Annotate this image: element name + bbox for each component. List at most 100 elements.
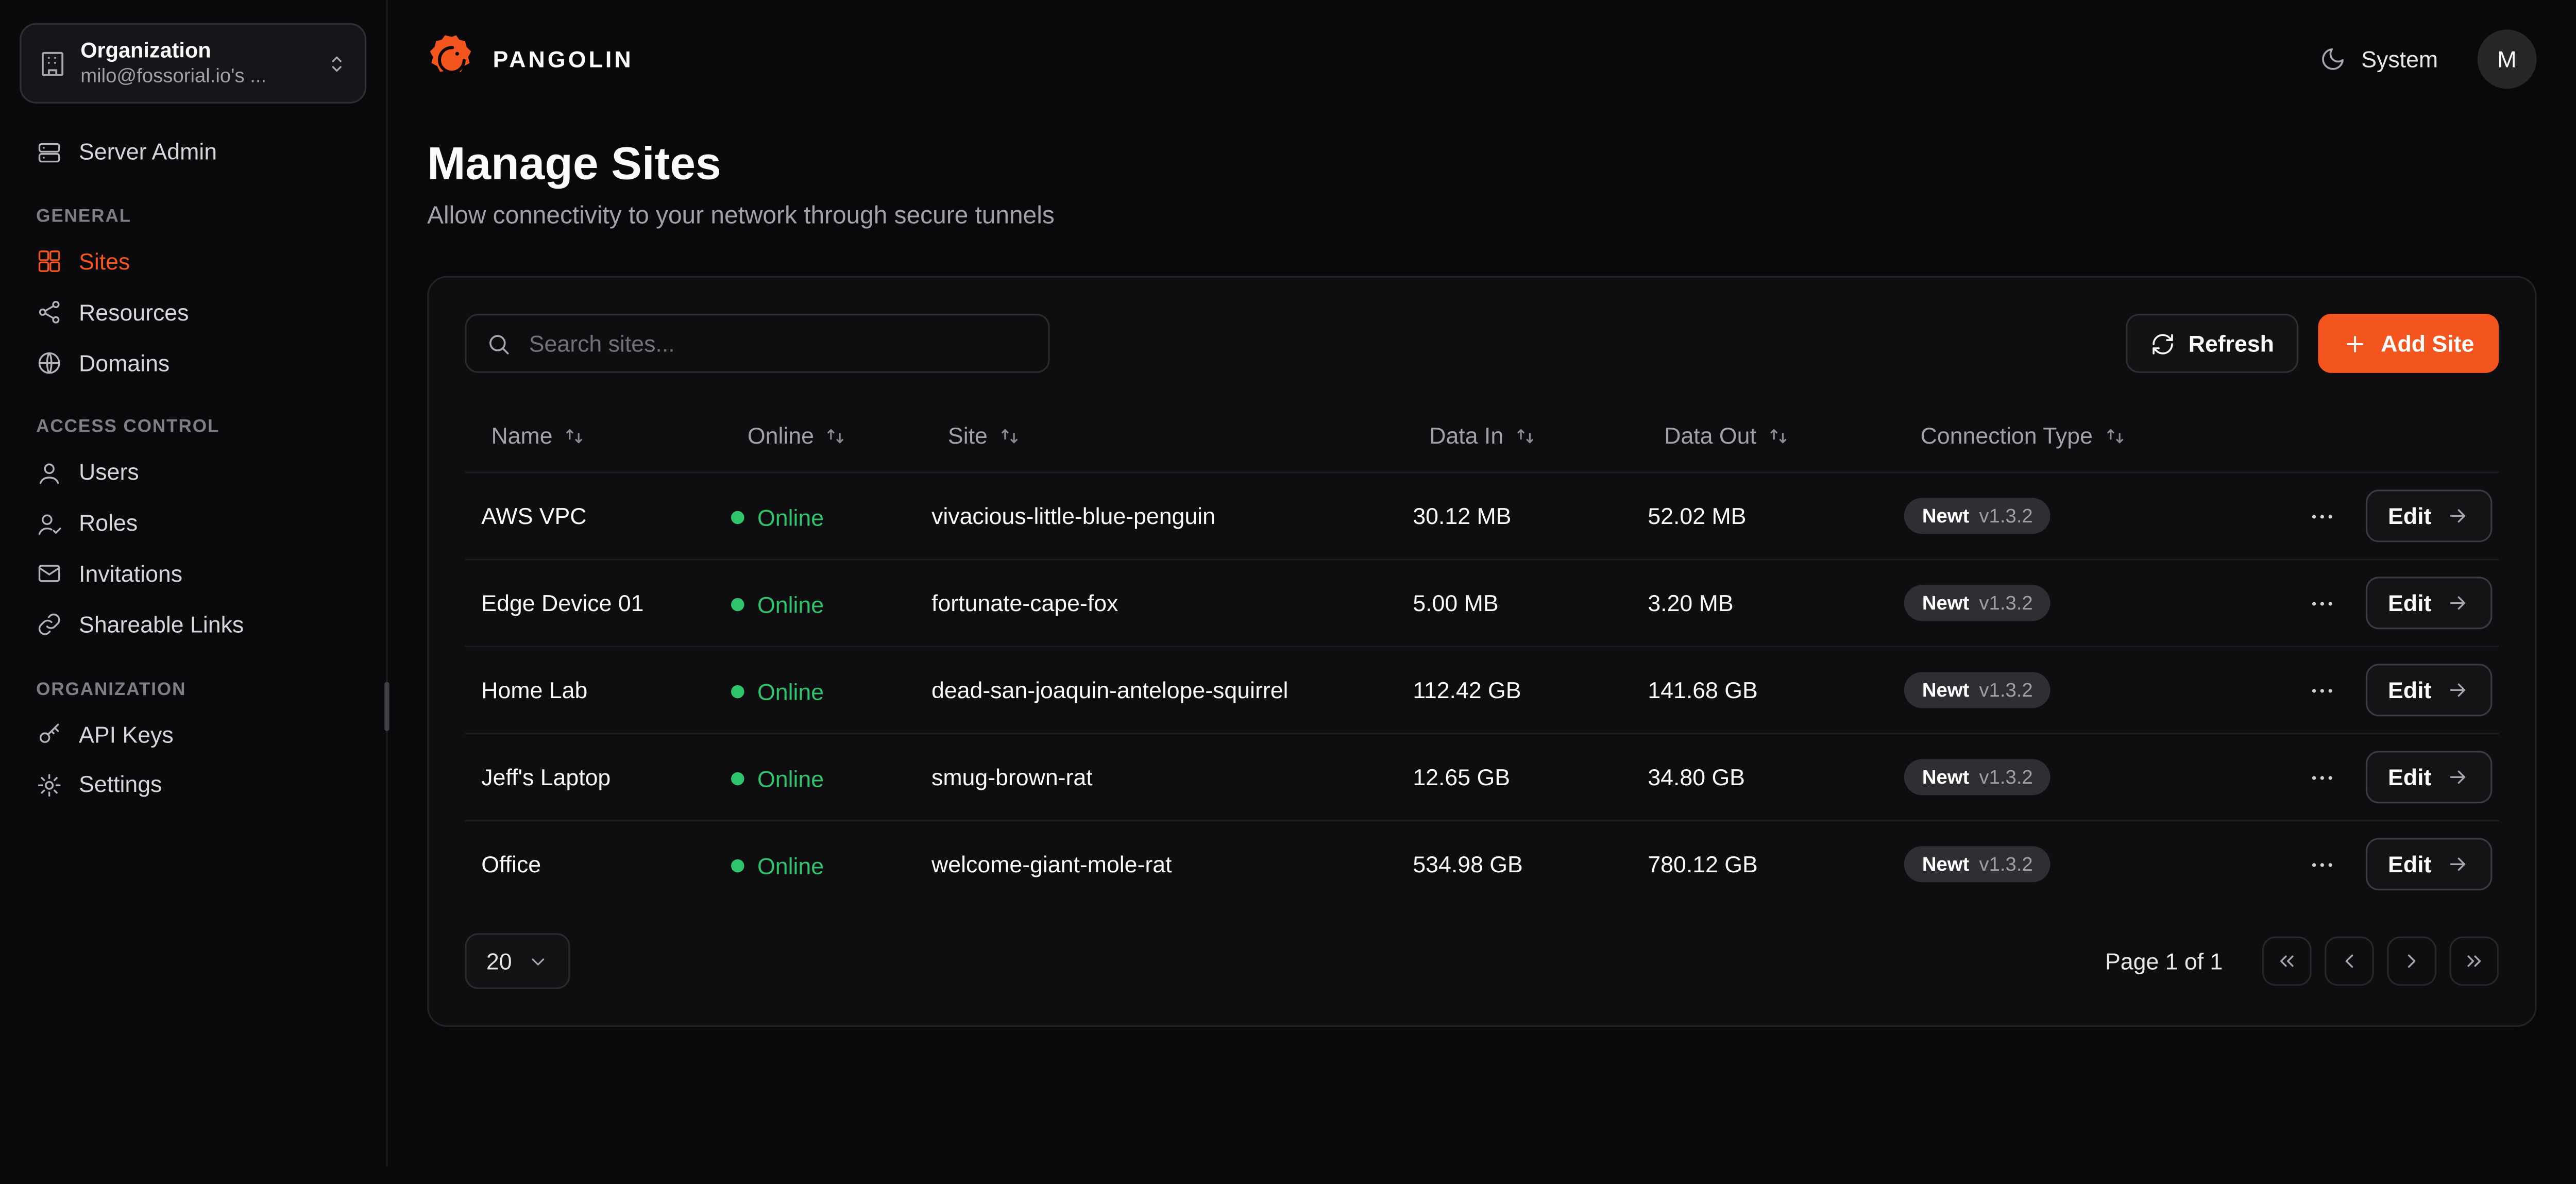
- first-page-button[interactable]: [2262, 937, 2312, 986]
- site-name: Jeff's Laptop: [465, 764, 721, 790]
- data-in-value: 112.42 GB: [1403, 677, 1638, 703]
- table-header-row: Name Online Site Data In Data Out Connec…: [465, 399, 2499, 471]
- sidebar-item-invitations[interactable]: Invitations: [20, 549, 366, 599]
- row-menu-button[interactable]: [2308, 850, 2335, 878]
- sidebar-item-api-keys[interactable]: API Keys: [20, 709, 366, 759]
- toolbar-buttons: Refresh Add Site: [2126, 314, 2499, 373]
- site-slug: dead-san-joaquin-antelope-squirrel: [922, 677, 1403, 703]
- data-out-value: 3.20 MB: [1638, 590, 1894, 616]
- edit-button[interactable]: Edit: [2365, 838, 2492, 890]
- connection-version: v1.3.2: [1979, 853, 2032, 876]
- connection-type-badge: Newt v1.3.2: [1904, 585, 2051, 621]
- row-actions: Edit: [2289, 838, 2499, 890]
- site-name: Edge Device 01: [465, 590, 721, 616]
- row-menu-button[interactable]: [2308, 502, 2335, 530]
- row-menu-button[interactable]: [2308, 589, 2335, 617]
- connection-name: Newt: [1922, 679, 1969, 702]
- table-row: AWS VPC Online vivacious-little-blue-pen…: [465, 471, 2499, 559]
- edit-button[interactable]: Edit: [2365, 664, 2492, 716]
- sidebar-item-label: Resources: [79, 299, 189, 327]
- edit-label: Edit: [2388, 764, 2431, 790]
- online-dot-icon: [731, 771, 744, 785]
- sites-icon: [36, 249, 62, 275]
- connection-name: Newt: [1922, 504, 1969, 528]
- org-selector[interactable]: Organization milo@fossorial.io's ...: [20, 23, 366, 104]
- sidebar-item-roles[interactable]: Roles: [20, 498, 366, 549]
- page-size-select[interactable]: 20: [465, 933, 569, 989]
- sidebar-item-label: Users: [79, 459, 139, 487]
- table-row: Office Online welcome-giant-mole-rat 534…: [465, 820, 2499, 907]
- connection-version: v1.3.2: [1979, 591, 2032, 615]
- chevron-right-icon: [2400, 950, 2424, 973]
- gear-icon: [36, 772, 62, 798]
- last-page-button[interactable]: [2449, 937, 2499, 986]
- arrow-right-icon: [2446, 504, 2469, 528]
- chevron-down-icon: [527, 951, 548, 972]
- row-menu-button[interactable]: [2308, 676, 2335, 704]
- column-label: Site: [948, 422, 988, 449]
- row-actions: Edit: [2289, 577, 2499, 629]
- data-out-value: 52.02 MB: [1638, 503, 1894, 529]
- status-label: Online: [757, 590, 824, 617]
- user-avatar[interactable]: M: [2478, 29, 2537, 89]
- arrow-right-icon: [2446, 853, 2469, 876]
- sort-icon: [825, 425, 846, 446]
- previous-page-button[interactable]: [2325, 937, 2374, 986]
- column-header-site[interactable]: Site: [922, 422, 1403, 449]
- sidebar-item-resources[interactable]: Resources: [20, 287, 366, 338]
- search-input[interactable]: [526, 329, 1028, 358]
- sidebar-item-label: API Keys: [79, 721, 174, 749]
- site-status-cell: Online: [721, 589, 922, 617]
- column-header-online[interactable]: Online: [721, 422, 922, 449]
- sidebar-item-users[interactable]: Users: [20, 448, 366, 498]
- brand-name: PANGOLIN: [493, 46, 634, 72]
- link-icon: [36, 612, 62, 638]
- row-menu-button[interactable]: [2308, 763, 2335, 791]
- column-header-name[interactable]: Name: [465, 422, 721, 449]
- data-out-value: 141.68 GB: [1638, 677, 1894, 703]
- add-site-button[interactable]: Add Site: [2318, 314, 2499, 373]
- refresh-button[interactable]: Refresh: [2126, 314, 2299, 373]
- sidebar-resize-handle[interactable]: [384, 682, 389, 731]
- page-content: Manage Sites Allow connectivity to your …: [388, 119, 2576, 1027]
- table-toolbar: Refresh Add Site: [465, 314, 2499, 373]
- theme-toggle[interactable]: System: [2320, 46, 2438, 72]
- section-label-organization: ORGANIZATION: [36, 680, 350, 699]
- status-label: Online: [757, 765, 824, 791]
- status-badge: Online: [731, 852, 824, 878]
- sidebar-item-label: Invitations: [79, 560, 182, 588]
- sidebar-item-server-admin[interactable]: Server Admin: [20, 127, 366, 177]
- column-header-data-out[interactable]: Data Out: [1638, 422, 1894, 449]
- edit-button[interactable]: Edit: [2365, 577, 2492, 629]
- status-label: Online: [757, 852, 824, 878]
- edit-button[interactable]: Edit: [2365, 489, 2492, 542]
- column-header-data-in[interactable]: Data In: [1403, 422, 1638, 449]
- sidebar-item-shareable-links[interactable]: Shareable Links: [20, 599, 366, 650]
- sidebar-item-domains[interactable]: Domains: [20, 338, 366, 388]
- connection-name: Newt: [1922, 591, 1969, 615]
- sidebar-item-label: Roles: [79, 510, 138, 537]
- sites-card: Refresh Add Site Name Online: [427, 276, 2536, 1027]
- table-footer: 20 Page 1 of 1: [465, 933, 2499, 989]
- connection-name: Newt: [1922, 853, 1969, 876]
- sidebar-item-sites[interactable]: Sites: [20, 236, 366, 287]
- connection-version: v1.3.2: [1979, 679, 2032, 702]
- edit-button[interactable]: Edit: [2365, 751, 2492, 803]
- server-icon: [36, 139, 62, 165]
- online-dot-icon: [731, 858, 744, 872]
- data-out-value: 34.80 GB: [1638, 764, 1894, 790]
- connection-type-cell: Newt v1.3.2: [1894, 672, 2289, 708]
- connection-type-cell: Newtv1.3.2: [1894, 759, 2289, 795]
- topbar: PANGOLIN System M: [388, 0, 2576, 119]
- connection-type-badge: Newtv1.3.2: [1904, 759, 2051, 795]
- site-name: Office: [465, 851, 721, 877]
- topbar-right: System M: [2320, 29, 2537, 89]
- app-root: Organization milo@fossorial.io's ... Ser…: [0, 0, 2576, 1166]
- pangolin-logo-icon: [427, 35, 477, 84]
- column-label: Data In: [1429, 422, 1503, 449]
- column-header-connection-type[interactable]: Connection Type: [1894, 422, 2289, 449]
- next-page-button[interactable]: [2387, 937, 2436, 986]
- roles-icon: [36, 511, 62, 537]
- sidebar-item-settings[interactable]: Settings: [20, 760, 366, 810]
- mail-icon: [36, 561, 62, 587]
